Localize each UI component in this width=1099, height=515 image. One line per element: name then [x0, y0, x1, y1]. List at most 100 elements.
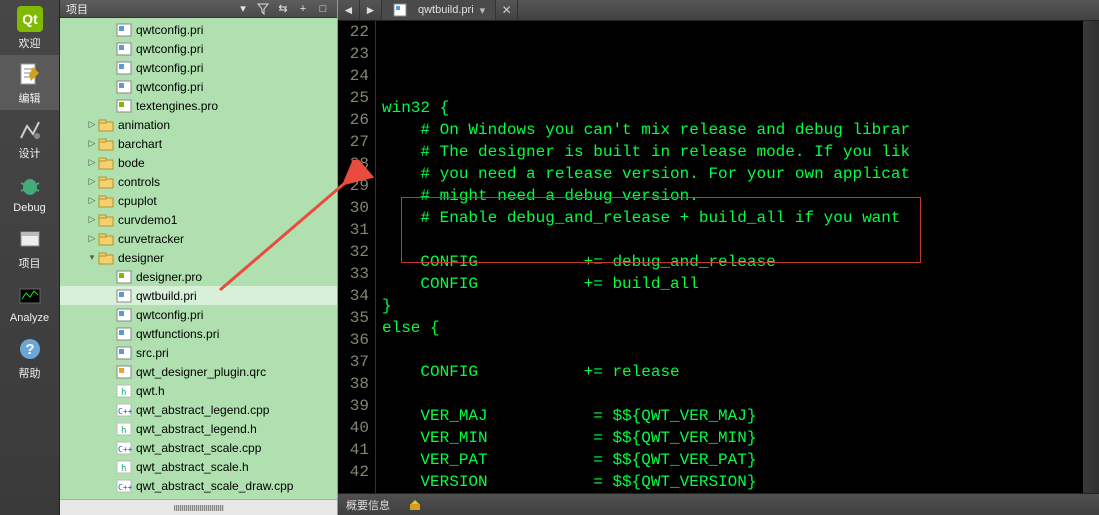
pri-icon: [116, 22, 132, 38]
tree-expander-icon[interactable]: ▾: [86, 252, 98, 263]
tree-expander-icon[interactable]: ▷: [86, 119, 98, 130]
tree-folder-curvdemo1[interactable]: ▷ curvdemo1: [60, 210, 337, 229]
line-number: 39: [338, 395, 369, 417]
cpp-icon: C++: [116, 402, 132, 418]
tree-folder-animation[interactable]: ▷animation: [60, 115, 337, 134]
tree-item-label: designer: [118, 251, 164, 265]
svg-text:C++: C++: [118, 445, 132, 454]
tree-expander-icon[interactable]: ▷: [86, 157, 98, 168]
tree-file-item[interactable]: hqwt.h: [60, 381, 337, 400]
pro-icon: [116, 269, 132, 285]
line-number: 35: [338, 307, 369, 329]
tree-file-item[interactable]: textengines.pro: [60, 96, 337, 115]
line-number: 42: [338, 461, 369, 483]
line-number: 34: [338, 285, 369, 307]
tree-split-icon[interactable]: □: [315, 1, 331, 17]
tree-expander-icon[interactable]: ▷: [86, 138, 98, 149]
code-editor[interactable]: 2223242526272829303132333435363738394041…: [338, 21, 1099, 493]
project-tree-header: 项目 ▾ ⇆ + □: [60, 0, 337, 18]
tree-folder-designer[interactable]: ▾ designer: [60, 248, 337, 267]
pri-file-icon: [392, 2, 408, 18]
line-number: 37: [338, 351, 369, 373]
h-icon: h: [116, 383, 132, 399]
tree-file-item[interactable]: hqwt_abstract_legend.h: [60, 419, 337, 438]
tree-file-item[interactable]: qwtconfig.pri: [60, 58, 337, 77]
tree-file-item[interactable]: qwtconfig.pri: [60, 39, 337, 58]
tree-bottom-scroll[interactable]: [60, 499, 337, 515]
folder-icon: [98, 250, 114, 266]
tree-folder-curvetracker[interactable]: ▷curvetracker: [60, 229, 337, 248]
tree-folder-cpuplot[interactable]: ▷cpuplot: [60, 191, 337, 210]
mode-debug-button[interactable]: Debug: [0, 165, 59, 220]
tree-item-label: qwt_abstract_scale_draw.cpp: [136, 479, 293, 493]
tree-file-item[interactable]: C++ qwt_abstract_legend.cpp: [60, 400, 337, 419]
tree-filter-icon[interactable]: [255, 1, 271, 17]
h-icon: h: [116, 459, 132, 475]
tree-file-item[interactable]: qwt_designer_plugin.qrc: [60, 362, 337, 381]
tree-item-label: qwtfunctions.pri: [136, 327, 219, 341]
pri-icon: [116, 41, 132, 57]
mode-analyze-button[interactable]: Analyze: [0, 275, 59, 330]
tree-expander-icon[interactable]: ▷: [86, 214, 98, 225]
tree-folder-barchart[interactable]: ▷barchart: [60, 134, 337, 153]
tree-add-icon[interactable]: +: [295, 1, 311, 17]
tree-file-item[interactable]: qwtconfig.pri: [60, 20, 337, 39]
folder-icon: [98, 212, 114, 228]
qrc-icon: [116, 364, 132, 380]
analyze-icon: [16, 282, 44, 310]
tree-file-item[interactable]: qwtfunctions.pri: [60, 324, 337, 343]
tree-file-item[interactable]: qwtconfig.pri: [60, 77, 337, 96]
tree-file-item[interactable]: src.pri: [60, 343, 337, 362]
tree-file-item[interactable]: C++qwt_abstract_scale.cpp: [60, 438, 337, 457]
code-text-area[interactable]: win32 { # On Windows you can't mix relea…: [376, 21, 1099, 493]
tree-file-item[interactable]: designer.pro: [60, 267, 337, 286]
mode-design-button[interactable]: 设计: [0, 110, 59, 165]
editor-tab-close-button[interactable]: ✕: [496, 0, 518, 20]
status-label-summary[interactable]: 概要信息: [346, 497, 390, 513]
tree-dropdown-icon[interactable]: ▾: [235, 1, 251, 17]
code-line: [382, 383, 1099, 405]
pri-icon: [116, 288, 132, 304]
mode-edit-button[interactable]: 编辑: [0, 55, 59, 110]
pri-icon: [116, 345, 132, 361]
line-number: 26: [338, 109, 369, 131]
tree-expander-icon[interactable]: ▷: [86, 233, 98, 244]
code-line: # might need a debug version.: [382, 185, 1099, 207]
line-number: 28: [338, 153, 369, 175]
mode-proj-button[interactable]: 项目: [0, 220, 59, 275]
tree-item-label: qwtconfig.pri: [136, 23, 203, 37]
line-number: 24: [338, 65, 369, 87]
code-line: else {: [382, 317, 1099, 339]
tree-folder-controls[interactable]: ▷ controls: [60, 172, 337, 191]
code-line: # On Windows you can't mix release and d…: [382, 119, 1099, 141]
editor-tab-dropdown-icon[interactable]: ▾: [480, 4, 486, 17]
tree-item-label: curvdemo1: [118, 213, 177, 227]
tree-file-item[interactable]: qwtconfig.pri: [60, 305, 337, 324]
mode-Qt-button[interactable]: Qt欢迎: [0, 0, 59, 55]
code-line: # Enable debug_and_release + build_all i…: [382, 207, 1099, 229]
h-icon: h: [116, 421, 132, 437]
mode-label: Debug: [13, 202, 45, 214]
mode-help-button[interactable]: ?帮助: [0, 330, 59, 385]
project-tree-body[interactable]: qwtconfig.priqwtconfig.priqwtconfig.priq…: [60, 18, 337, 499]
pro-icon: [116, 98, 132, 114]
tree-item-label: bode: [118, 156, 145, 170]
nav-back-button[interactable]: ◄: [338, 0, 360, 20]
tree-file-item[interactable]: hqwt_abstract_scale.h: [60, 457, 337, 476]
nav-fwd-button[interactable]: ►: [360, 0, 382, 20]
editor-vertical-scrollbar[interactable]: [1083, 21, 1099, 493]
svg-text:C++: C++: [118, 407, 132, 416]
tree-expander-icon[interactable]: ▷: [86, 176, 98, 187]
tree-expander-icon[interactable]: ▷: [86, 195, 98, 206]
tree-folder-bode[interactable]: ▷ bode: [60, 153, 337, 172]
tree-item-label: controls: [118, 175, 160, 189]
svg-text:Qt: Qt: [22, 11, 38, 27]
line-number: 22: [338, 21, 369, 43]
mode-label: 项目: [19, 255, 41, 271]
tree-file-item[interactable]: qwtbuild.pri: [60, 286, 337, 305]
editor-open-file-tab[interactable]: qwtbuild.pri ▾: [382, 0, 496, 20]
tree-file-item[interactable]: C++qwt_abstract_scale_draw.cpp: [60, 476, 337, 495]
tree-item-label: qwt_abstract_legend.cpp: [136, 403, 269, 417]
tree-sync-icon[interactable]: ⇆: [275, 1, 291, 17]
status-build-icon[interactable]: [408, 498, 422, 512]
